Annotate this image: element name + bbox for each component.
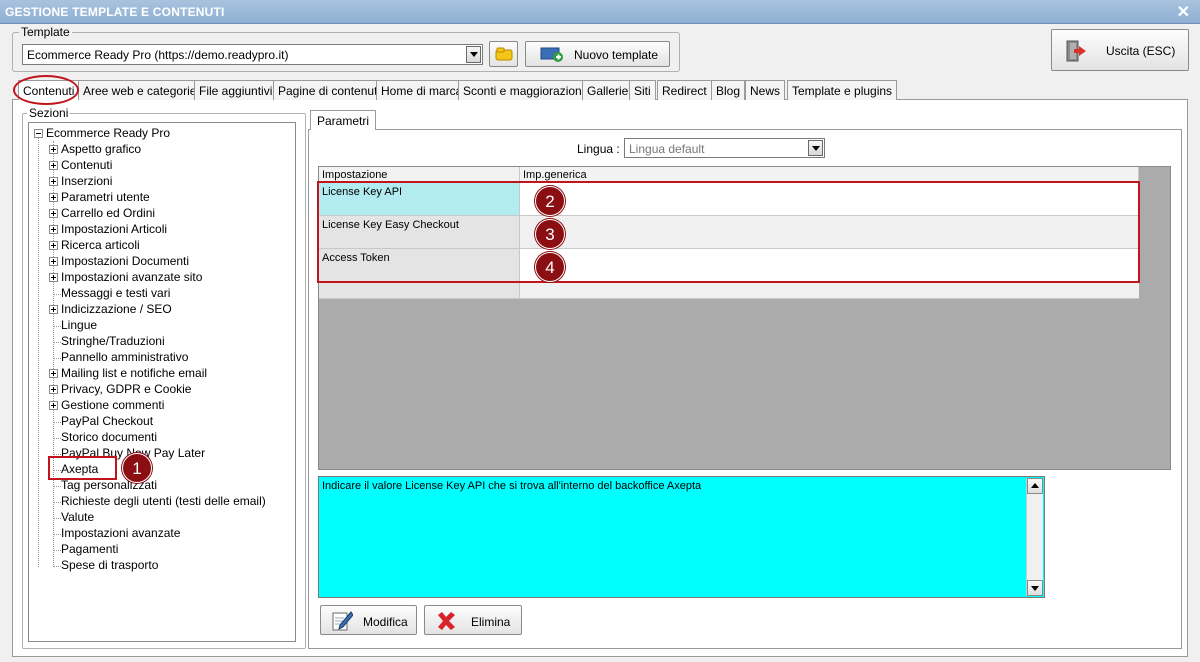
description-box[interactable]: Indicare il valore License Key API che s… xyxy=(318,476,1045,598)
folder-icon xyxy=(495,47,513,61)
expand-icon[interactable] xyxy=(49,209,58,218)
tree-item[interactable]: Gestione commenti xyxy=(61,398,164,414)
window-title: GESTIONE TEMPLATE E CONTENUTI xyxy=(5,5,225,19)
tree-item[interactable]: Lingue xyxy=(61,318,97,334)
tree-item[interactable]: Mailing list e notifiche email xyxy=(61,366,207,382)
tree-item[interactable]: Messaggi e testi vari xyxy=(61,286,170,302)
tree-item[interactable]: Ricerca articoli xyxy=(61,238,140,254)
annotation-badge-3: 3 xyxy=(535,219,565,249)
sections-tree[interactable]: Ecommerce Ready Pro Aspetto grafico Cont… xyxy=(28,122,296,642)
exit-label: Uscita (ESC) xyxy=(1106,44,1176,58)
tree-item[interactable]: Impostazioni Articoli xyxy=(61,222,167,238)
tab-home-marca[interactable]: Home di marca xyxy=(376,80,468,100)
expand-icon[interactable] xyxy=(49,193,58,202)
tree-item[interactable]: Privacy, GDPR e Cookie xyxy=(61,382,191,398)
tab-redirect[interactable]: Redirect xyxy=(657,80,712,100)
tab-file-aggiuntivi[interactable]: File aggiuntivi xyxy=(194,80,278,100)
tab-gallerie[interactable]: Gallerie xyxy=(582,80,634,100)
delete-icon xyxy=(438,612,455,630)
tree-item[interactable]: Impostazioni Documenti xyxy=(61,254,189,270)
tree-item[interactable]: Pagamenti xyxy=(61,542,118,558)
tree-item[interactable]: PayPal Checkout xyxy=(61,414,153,430)
expand-icon[interactable] xyxy=(49,225,58,234)
tab-aree-web[interactable]: Aree web e categorie xyxy=(78,80,202,100)
template-select-value: Ecommerce Ready Pro (https://demo.readyp… xyxy=(27,48,289,62)
description-scrollbar[interactable] xyxy=(1026,478,1043,596)
exit-icon xyxy=(1066,40,1086,62)
edit-icon xyxy=(332,611,353,631)
tree-item[interactable]: Impostazioni avanzate sito xyxy=(61,270,202,286)
annotation-badge-1: 1 xyxy=(122,453,152,483)
expand-icon[interactable] xyxy=(49,241,58,250)
tab-template-plugins[interactable]: Template e plugins xyxy=(787,80,898,100)
template-select[interactable]: Ecommerce Ready Pro (https://demo.readyp… xyxy=(22,44,483,65)
tree-item[interactable]: Stringhe/Traduzioni xyxy=(61,334,165,350)
expand-icon[interactable] xyxy=(49,257,58,266)
table-row-empty xyxy=(319,282,1139,299)
axepta-highlight xyxy=(48,456,117,480)
tab-siti[interactable]: Siti xyxy=(629,80,656,100)
expand-icon[interactable] xyxy=(49,369,58,378)
edit-button[interactable]: Modifica xyxy=(320,605,417,635)
exit-button[interactable]: Uscita (ESC) xyxy=(1051,29,1189,71)
collapse-icon[interactable] xyxy=(34,129,43,138)
tab-news[interactable]: News xyxy=(745,80,786,100)
expand-icon[interactable] xyxy=(49,273,58,282)
add-template-icon xyxy=(540,47,563,62)
close-icon[interactable]: ✕ xyxy=(1177,2,1190,22)
tab-sconti[interactable]: Sconti e maggiorazioni xyxy=(458,80,590,100)
annotation-badge-4: 4 xyxy=(535,252,565,282)
tree-item[interactable]: Richieste degli utenti (testi delle emai… xyxy=(61,494,266,510)
tree-item[interactable]: Indicizzazione / SEO xyxy=(61,302,172,318)
tree-item[interactable]: Aspetto grafico xyxy=(61,142,141,158)
language-label: Lingua : xyxy=(577,142,620,156)
delete-label: Elimina xyxy=(471,615,511,629)
annotation-badge-2: 2 xyxy=(535,186,565,216)
new-template-button[interactable]: Nuovo template xyxy=(525,41,670,67)
template-legend: Template xyxy=(19,25,72,39)
tree-item[interactable]: Storico documenti xyxy=(61,430,157,446)
language-select[interactable]: Lingua default xyxy=(624,138,825,158)
expand-icon[interactable] xyxy=(49,177,58,186)
delete-button[interactable]: Elimina xyxy=(424,605,522,635)
scroll-down-icon[interactable] xyxy=(1027,580,1043,596)
expand-icon[interactable] xyxy=(49,385,58,394)
language-select-value: Lingua default xyxy=(629,142,705,156)
scroll-up-icon[interactable] xyxy=(1027,478,1043,494)
tree-item[interactable]: Contenuti xyxy=(61,158,112,174)
tree-item[interactable]: Parametri utente xyxy=(61,190,150,206)
open-template-button[interactable] xyxy=(489,41,518,67)
tab-highlight xyxy=(13,75,79,105)
tab-blog[interactable]: Blog xyxy=(711,80,746,100)
sections-legend: Sezioni xyxy=(27,106,71,120)
tree-item[interactable]: Impostazioni avanzate xyxy=(61,526,180,542)
tree-item[interactable]: Inserzioni xyxy=(61,174,112,190)
chevron-down-icon[interactable] xyxy=(466,46,481,63)
tab-pagine-contenuti[interactable]: Pagine di contenuti xyxy=(273,80,386,100)
edit-label: Modifica xyxy=(363,615,408,629)
expand-icon[interactable] xyxy=(49,145,58,154)
expand-icon[interactable] xyxy=(49,161,58,170)
description-text: Indicare il valore License Key API che s… xyxy=(322,480,702,492)
expand-icon[interactable] xyxy=(49,401,58,410)
tree-item[interactable]: Carrello ed Ordini xyxy=(61,206,155,222)
tree-item[interactable]: Pannello amministrativo xyxy=(61,350,188,366)
title-bar: GESTIONE TEMPLATE E CONTENUTI ✕ xyxy=(0,0,1200,24)
chevron-down-icon[interactable] xyxy=(808,140,823,156)
tree-item[interactable]: Valute xyxy=(61,510,94,526)
tab-parametri[interactable]: Parametri xyxy=(310,110,377,130)
tree-item[interactable]: Spese di trasporto xyxy=(61,558,158,574)
new-template-label: Nuovo template xyxy=(574,48,659,62)
tree-root[interactable]: Ecommerce Ready Pro xyxy=(46,126,170,142)
rows-highlight xyxy=(317,181,1140,283)
expand-icon[interactable] xyxy=(49,305,58,314)
